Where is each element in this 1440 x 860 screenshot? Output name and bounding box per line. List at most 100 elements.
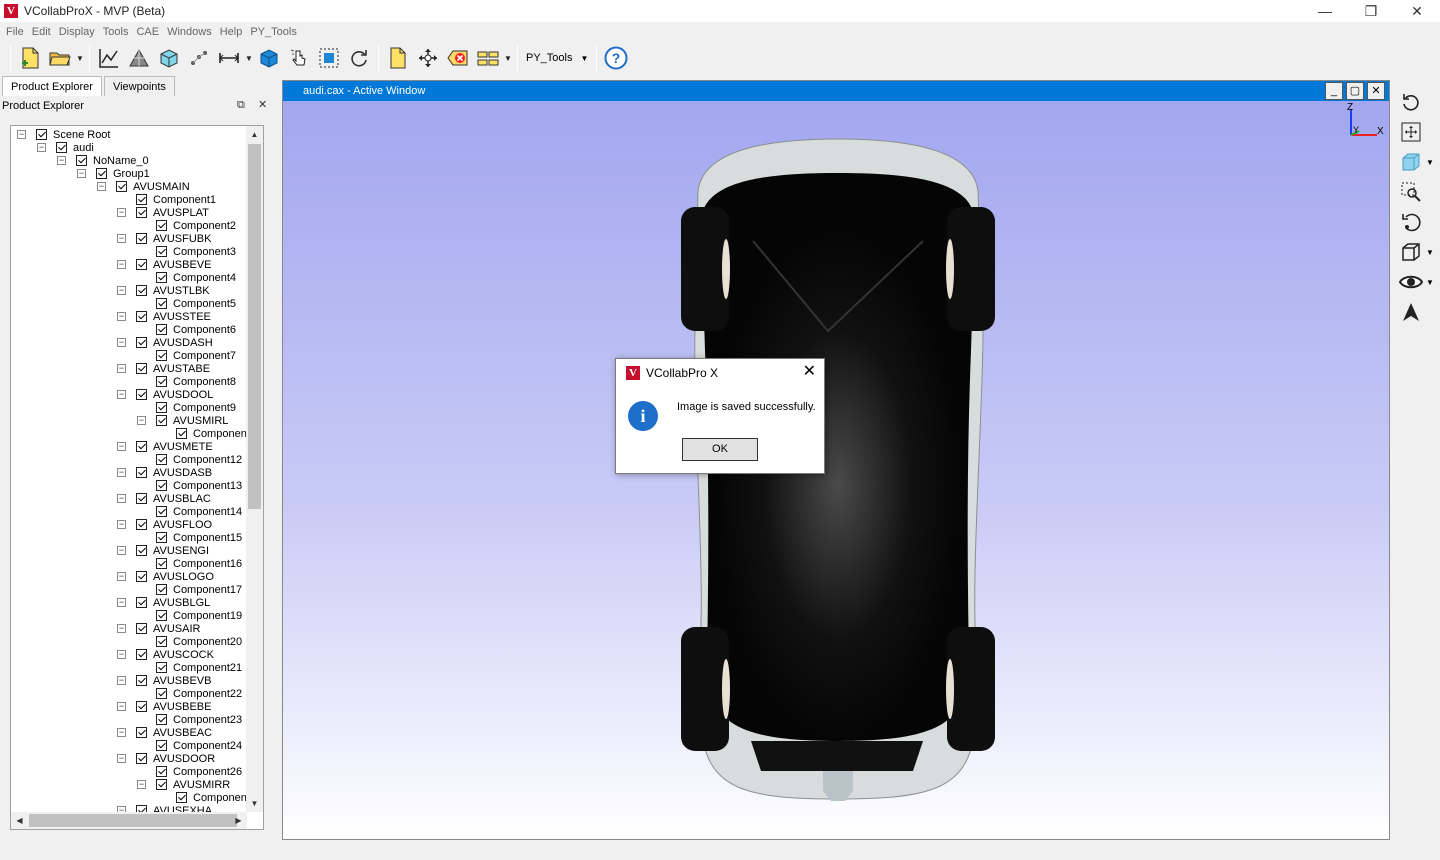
tree-node[interactable]: − NoName_0	[57, 154, 149, 167]
collapse-toggle-icon[interactable]: −	[57, 156, 66, 165]
menu-tools[interactable]: Tools	[99, 26, 133, 38]
collapse-toggle-icon[interactable]: −	[117, 754, 126, 763]
fit-view-icon[interactable]	[1398, 119, 1424, 145]
menu-file[interactable]: File	[2, 26, 28, 38]
visibility-checkbox[interactable]	[136, 623, 147, 634]
collapse-toggle-icon[interactable]: −	[37, 143, 46, 152]
scroll-down-icon[interactable]: ▼	[246, 795, 263, 812]
viewport-minimize-button[interactable]: _	[1325, 82, 1343, 100]
view-cube-dropdown-arrow[interactable]: ▼	[1426, 158, 1434, 167]
visibility-checkbox[interactable]	[136, 207, 147, 218]
collapse-toggle-icon[interactable]: −	[117, 286, 126, 295]
visibility-checkbox[interactable]	[156, 740, 167, 751]
visibility-checkbox[interactable]	[156, 506, 167, 517]
next-arrow-icon[interactable]: 🠒	[1335, 831, 1349, 839]
tree-node[interactable]: − AVUSDOOR	[117, 752, 215, 765]
tree-node[interactable]: Component8	[137, 375, 236, 388]
zoom-window-icon[interactable]	[1398, 179, 1424, 205]
collapse-toggle-icon[interactable]: −	[117, 624, 126, 633]
visibility-checkbox[interactable]	[76, 155, 87, 166]
visibility-checkbox[interactable]	[156, 324, 167, 335]
collapse-toggle-icon[interactable]: −	[17, 130, 26, 139]
collapse-toggle-icon[interactable]: −	[117, 364, 126, 373]
visibility-checkbox[interactable]	[156, 246, 167, 257]
tree-node[interactable]: Component26	[137, 765, 242, 778]
menu-display[interactable]: Display	[55, 26, 99, 38]
scroll-up-icon[interactable]: ▲	[246, 126, 263, 143]
visibility-checkbox[interactable]	[136, 545, 147, 556]
tree-node[interactable]: Component12	[137, 453, 242, 466]
collapse-toggle-icon[interactable]: −	[117, 234, 126, 243]
visibility-checkbox[interactable]	[156, 376, 167, 387]
tree-node[interactable]: Component15	[137, 531, 242, 544]
restore-button[interactable]: ❐	[1348, 0, 1394, 22]
menu-windows[interactable]: Windows	[163, 26, 216, 38]
tree-node[interactable]: − AVUSAIR	[117, 622, 200, 635]
visibility-checkbox[interactable]	[136, 519, 147, 530]
float-panel-icon[interactable]: ⧉	[237, 99, 245, 112]
visibility-checkbox[interactable]	[156, 662, 167, 673]
tree-node[interactable]: Component5	[137, 297, 236, 310]
visibility-checkbox[interactable]	[176, 428, 187, 439]
visibility-checkbox[interactable]	[156, 584, 167, 595]
tree-node[interactable]: − AVUSBEVE	[117, 258, 212, 271]
tree-node[interactable]: − AVUSBEAC	[117, 726, 212, 739]
open-dropdown-arrow[interactable]: ▼	[75, 45, 85, 71]
visibility-checkbox[interactable]	[156, 454, 167, 465]
tree-node[interactable]: − AVUSBLGL	[117, 596, 210, 609]
tree-node[interactable]: − audi	[37, 141, 94, 154]
measure-dropdown-arrow[interactable]: ▼	[244, 45, 254, 71]
collapse-toggle-icon[interactable]: −	[137, 780, 146, 789]
scroll-right-icon[interactable]: ▶	[230, 812, 247, 829]
visibility-checkbox[interactable]	[156, 480, 167, 491]
close-button[interactable]: ✕	[1394, 0, 1440, 22]
visibility-checkbox[interactable]	[136, 311, 147, 322]
tree-node[interactable]: Component9	[137, 401, 236, 414]
visibility-checkbox[interactable]	[136, 753, 147, 764]
tree-node[interactable]: Component6	[137, 323, 236, 336]
tree-node[interactable]: Component23	[137, 713, 242, 726]
menu-py-tools[interactable]: PY_Tools	[246, 26, 300, 38]
tree-node[interactable]: − Group1	[77, 167, 150, 180]
visibility-checkbox[interactable]	[36, 129, 47, 140]
visibility-eye-icon[interactable]	[1398, 269, 1424, 295]
box-select-icon[interactable]	[316, 45, 342, 71]
cube-select-icon[interactable]	[156, 45, 182, 71]
delete-icon[interactable]	[445, 45, 471, 71]
menu-cae[interactable]: CAE	[132, 26, 163, 38]
tree-node[interactable]: − AVUSTABE	[117, 362, 210, 375]
tree-node[interactable]: Component16	[137, 557, 242, 570]
tree-node[interactable]: − Scene Root	[17, 128, 110, 141]
visibility-checkbox[interactable]	[156, 298, 167, 309]
visibility-checkbox[interactable]	[136, 805, 147, 812]
visibility-checkbox[interactable]	[156, 415, 167, 426]
visibility-checkbox[interactable]	[156, 220, 167, 231]
blue-cube-icon[interactable]	[256, 45, 282, 71]
py-tools-dropdown[interactable]: PY_Tools ▼	[522, 47, 592, 69]
visibility-checkbox[interactable]	[136, 441, 147, 452]
collapse-toggle-icon[interactable]: −	[137, 416, 146, 425]
reset-view-icon[interactable]	[1398, 89, 1424, 115]
previous-arrow-icon[interactable]: 🠐	[1299, 831, 1313, 839]
collapse-toggle-icon[interactable]: −	[117, 260, 126, 269]
tree-node[interactable]: Component1	[117, 193, 216, 206]
tree-node[interactable]: Component19	[137, 609, 242, 622]
visibility-checkbox[interactable]	[156, 532, 167, 543]
document-icon[interactable]	[385, 45, 411, 71]
display-mode-dropdown-arrow[interactable]: ▼	[1426, 248, 1434, 257]
points-icon[interactable]	[186, 45, 212, 71]
wireframe-cube-icon[interactable]	[1398, 239, 1424, 265]
tree-node[interactable]: − AVUSDOOL	[117, 388, 213, 401]
visibility-checkbox[interactable]	[136, 649, 147, 660]
tree-node[interactable]: − AVUSPLAT	[117, 206, 209, 219]
refresh-icon[interactable]	[346, 45, 372, 71]
tree-node[interactable]: Component24	[137, 739, 242, 752]
tree-node[interactable]: Component13	[137, 479, 242, 492]
visibility-checkbox[interactable]	[156, 402, 167, 413]
tab-product-explorer[interactable]: Product Explorer	[2, 76, 102, 96]
scroll-left-icon[interactable]: ◀	[11, 812, 28, 829]
viewport-maximize-button[interactable]: ▢	[1346, 82, 1364, 100]
collapse-toggle-icon[interactable]: −	[77, 169, 86, 178]
new-file-icon[interactable]	[17, 45, 43, 71]
dialog-close-button[interactable]: ✕	[803, 364, 816, 380]
